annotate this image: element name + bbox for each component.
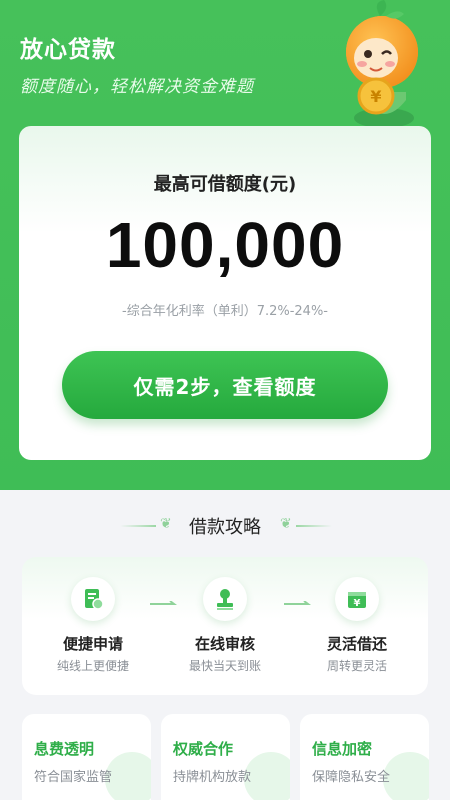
hero-banner: 放心贷款 额度随心，轻松解决资金难题 ¥ 最高可借额度(元) 100,000 -… (0, 0, 450, 490)
app-subtitle: 额度随心，轻松解决资金难题 (20, 77, 254, 97)
check-limit-button[interactable]: 仅需2步，查看额度 (62, 351, 388, 419)
step-icon-circle (203, 577, 247, 621)
orange-mascot-icon: ¥ (346, 0, 418, 128)
app-title: 放心贷款 (20, 37, 116, 63)
feature-title: 信息加密 (312, 740, 373, 758)
step-icon-circle (71, 577, 115, 621)
step-icon-circle: ¥ (335, 577, 379, 621)
feature-card-transparent-fees: 息费透明 符合国家监管 (22, 714, 151, 800)
loan-steps-panel: 便捷申请 纯线上更便捷 在线审核 最快当天到账 ¥ 灵活借还 周转更灵活 (22, 557, 428, 695)
feature-subtitle: 符合国家监管 (34, 770, 113, 785)
document-icon (85, 589, 104, 610)
leaf-icon: ❦ (280, 516, 292, 532)
step-item: 便捷申请 纯线上更便捷 (33, 557, 153, 695)
step-title: 便捷申请 (62, 635, 123, 653)
step-item: 在线审核 最快当天到账 (165, 557, 285, 695)
credit-card-panel: 最高可借额度(元) 100,000 -综合年化利率（单利）7.2%-24%- 仅… (19, 126, 431, 460)
step-item: ¥ 灵活借还 周转更灵活 (297, 557, 417, 695)
stamp-icon (217, 589, 233, 610)
divider-line (296, 525, 332, 527)
yuan-wallet-icon: ¥ (348, 592, 366, 609)
svg-text:¥: ¥ (370, 87, 381, 106)
feature-card-encryption: 信息加密 保障隐私安全 (300, 714, 429, 800)
step-title: 灵活借还 (326, 635, 387, 653)
section-header: ❦ 借款攻略 ❦ (0, 512, 450, 540)
step-subtitle: 纯线上更便捷 (56, 659, 129, 673)
feature-subtitle: 持牌机构放款 (173, 770, 252, 785)
feature-subtitle: 保障隐私安全 (312, 770, 391, 785)
section-title: 借款攻略 (189, 517, 261, 538)
feature-title: 息费透明 (34, 740, 95, 758)
step-subtitle: 周转更灵活 (326, 659, 387, 673)
step-subtitle: 最快当天到账 (188, 659, 261, 673)
limit-amount: 100,000 (105, 209, 345, 281)
interest-rate-note: -综合年化利率（单利）7.2%-24%- (122, 304, 328, 319)
feature-card-authority: 权威合作 持牌机构放款 (161, 714, 290, 800)
feature-title: 权威合作 (173, 740, 234, 758)
svg-text:¥: ¥ (354, 598, 361, 609)
step-title: 在线审核 (194, 635, 255, 653)
limit-label: 最高可借额度(元) (153, 174, 297, 195)
